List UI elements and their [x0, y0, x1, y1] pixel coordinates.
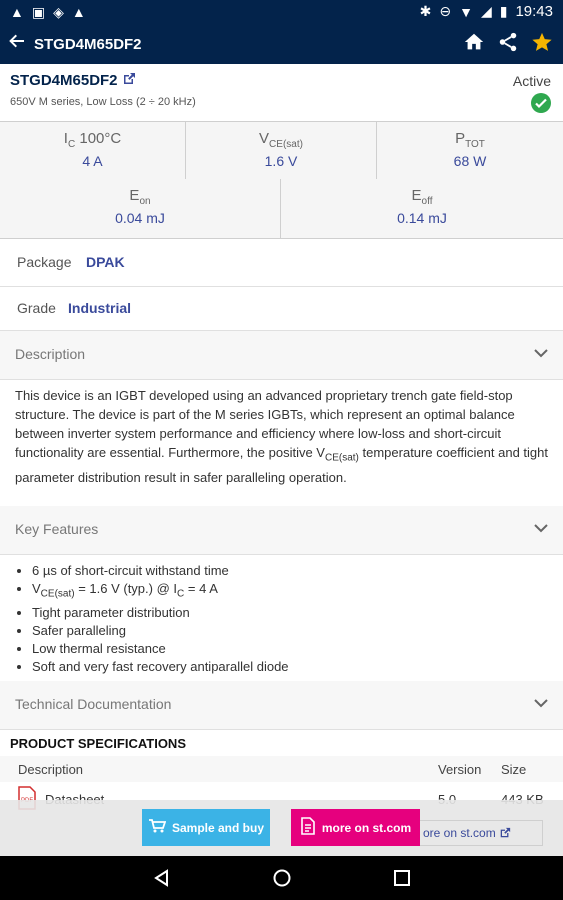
- back-triangle-icon[interactable]: [152, 868, 172, 893]
- spec-col-description: Description: [18, 762, 84, 777]
- spec-col-size: Size: [501, 762, 527, 777]
- technical-documentation-section-header[interactable]: Technical Documentation: [0, 681, 563, 730]
- chevron-down-icon[interactable]: [533, 695, 549, 716]
- params-row-1: IC 100°C 4 A VCE(sat) 1.6 V PTOT 68 W: [0, 121, 563, 180]
- list-item: VCE(sat) = 1.6 V (typ.) @ IC = 4 A: [32, 580, 562, 604]
- wifi-icon: ▼: [459, 3, 473, 20]
- app-bar-title: STGD4M65DF2: [34, 36, 142, 53]
- signal-icon: ◢: [480, 3, 492, 19]
- param-vce-value: 1.6 V: [264, 153, 298, 169]
- system-navigation-bar: [0, 856, 563, 900]
- product-subtitle: 650V M series, Low Loss (2 ÷ 20 kHz): [10, 96, 196, 108]
- spec-col-version: Version: [438, 762, 482, 777]
- param-eoff-value: 0.14 mJ: [397, 210, 447, 226]
- part-number: STGD4M65DF2: [10, 72, 118, 89]
- warning-icon: ▲: [71, 4, 86, 20]
- chevron-down-icon[interactable]: [533, 520, 549, 541]
- external-link-icon[interactable]: [122, 72, 136, 91]
- more-on-st-button[interactable]: more on st.com: [291, 809, 420, 846]
- param-eon: Eon 0.04 mJ: [0, 179, 281, 238]
- param-eoff: Eoff 0.14 mJ: [281, 179, 563, 238]
- status-label: Active: [512, 73, 551, 89]
- share-icon[interactable]: [497, 31, 519, 58]
- spec-table-header: Description Version Size: [0, 756, 563, 782]
- shield-icon: ◈: [53, 4, 64, 20]
- bluetooth-icon: ✱: [419, 3, 432, 19]
- package-row: Package DPAK: [0, 239, 563, 287]
- recents-square-icon[interactable]: [392, 868, 412, 893]
- document-icon: [300, 817, 316, 838]
- grade-row: Grade Industrial: [0, 287, 563, 331]
- description-section-label: Description: [15, 346, 86, 362]
- param-eon-value: 0.04 mJ: [115, 210, 165, 226]
- description-text: This device is an IGBT developed using a…: [15, 388, 548, 485]
- image-icon: ▣: [31, 4, 46, 20]
- product-specifications-title: PRODUCT SPECIFICATIONS: [10, 736, 186, 751]
- list-item: Tight parameter distribution: [32, 604, 562, 622]
- key-features-section-header[interactable]: Key Features: [0, 506, 563, 555]
- status-right-icons: ✱ ⊖ ▼ ◢ ▮ 19:43: [420, 3, 553, 20]
- app-bar-actions: [463, 31, 553, 58]
- status-left-icons: ▲ ▣ ◈ ▲: [10, 4, 86, 21]
- ghost-more-link[interactable]: ore on st.com: [418, 820, 543, 846]
- key-features-section-label: Key Features: [15, 521, 99, 537]
- package-label: Package: [17, 254, 72, 270]
- product-header: STGD4M65DF2 650V M series, Low Loss (2 ÷…: [0, 64, 563, 119]
- home-icon[interactable]: [463, 31, 485, 58]
- chevron-down-icon[interactable]: [533, 345, 549, 366]
- grade-label: Grade: [17, 300, 56, 316]
- param-ic-value: 4 A: [82, 153, 103, 169]
- list-item: Safer paralleling: [32, 622, 562, 640]
- list-item: 6 µs of short-circuit withstand time: [32, 562, 562, 580]
- params-row-2: Eon 0.04 mJ Eoff 0.14 mJ: [0, 179, 563, 239]
- active-check-icon: [531, 93, 551, 118]
- star-icon[interactable]: [531, 31, 553, 58]
- grade-value: Industrial: [68, 300, 132, 316]
- param-vce: VCE(sat) 1.6 V: [186, 122, 377, 179]
- status-time: 19:43: [515, 3, 553, 20]
- do-not-disturb-icon: ⊖: [439, 3, 452, 19]
- warning-icon: ▲: [10, 4, 24, 20]
- param-ptot-value: 68 W: [453, 153, 487, 169]
- param-ic: IC 100°C 4 A: [0, 122, 186, 179]
- package-value: DPAK: [86, 254, 125, 270]
- param-ptot: PTOT 68 W: [377, 122, 563, 179]
- battery-icon: ▮: [499, 3, 508, 19]
- technical-documentation-section-label: Technical Documentation: [15, 696, 172, 712]
- back-arrow-icon[interactable]: [8, 32, 26, 54]
- cart-icon: [148, 818, 167, 837]
- list-item: Low thermal resistance: [32, 640, 562, 658]
- description-section-header[interactable]: Description: [0, 331, 563, 380]
- home-circle-icon[interactable]: [272, 868, 292, 893]
- app-bar: STGD4M65DF2: [0, 24, 563, 64]
- sample-and-buy-button[interactable]: Sample and buy: [142, 809, 270, 846]
- key-features-list: 6 µs of short-circuit withstand time VCE…: [17, 562, 562, 676]
- list-item: Soft and very fast recovery antiparallel…: [32, 658, 562, 676]
- status-bar: ▲ ▣ ◈ ▲ ✱ ⊖ ▼ ◢ ▮ 19:43: [0, 0, 563, 24]
